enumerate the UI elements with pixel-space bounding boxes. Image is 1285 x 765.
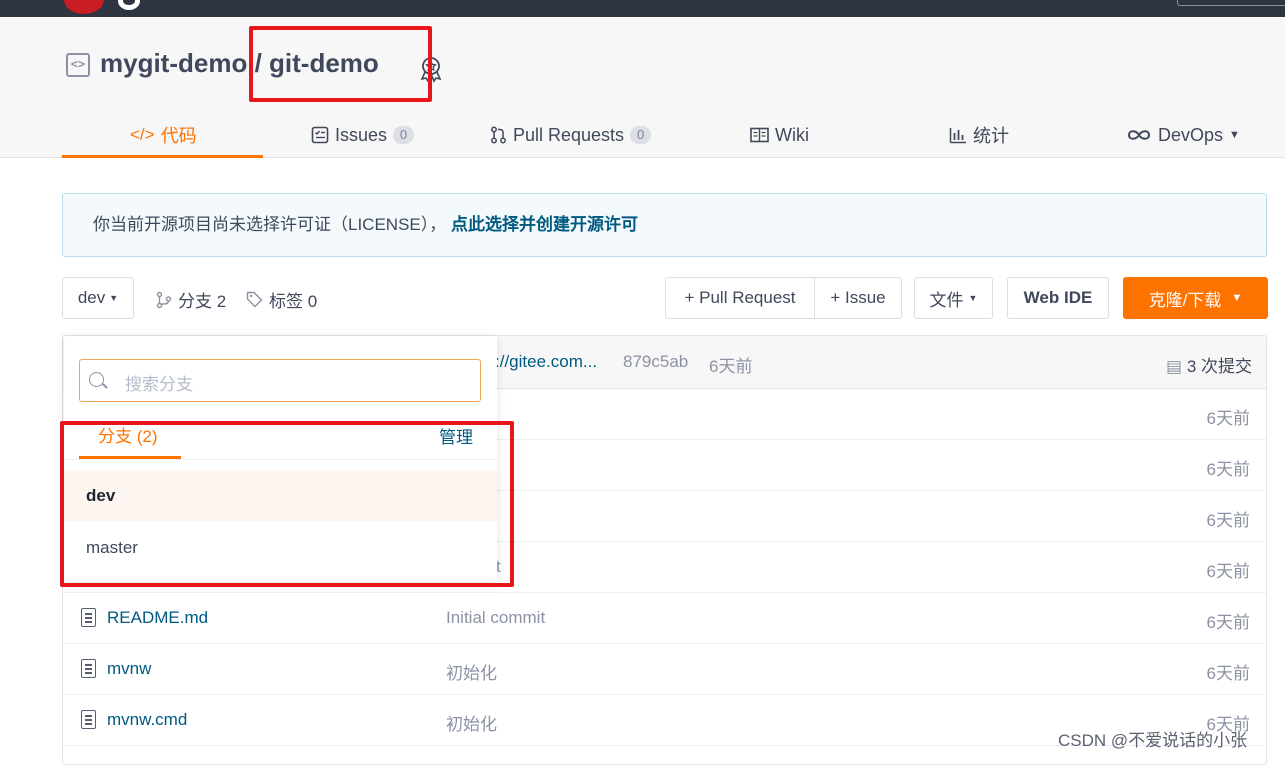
new-issue-button[interactable]: + Issue [814, 277, 902, 319]
file-time: 6天前 [1206, 562, 1250, 581]
annotation-box-branch-list [60, 421, 514, 587]
infinity-icon [1127, 130, 1151, 140]
file-row[interactable]: mvnw 初始化 6天前 [63, 644, 1266, 695]
file-time: 6天前 [1206, 511, 1250, 530]
top-navbar [0, 0, 1285, 17]
file-commit-message[interactable]: Initial commit [446, 608, 545, 628]
tab-pull-requests-label: Pull Requests [513, 124, 625, 145]
pull-requests-count-badge: 0 [630, 126, 652, 144]
tab-devops-label: DevOps [1158, 124, 1224, 145]
file-commit-message[interactable]: 初始化 [446, 659, 497, 684]
new-pull-request-button[interactable]: + Pull Request [665, 277, 815, 319]
branch-select-label: dev [77, 288, 106, 307]
file-time: 6天前 [1206, 613, 1250, 632]
active-tab-indicator [62, 155, 263, 158]
latest-commit-message[interactable]: ://gitee.com... [495, 352, 597, 372]
tags-label: 标签 0 [269, 292, 318, 311]
file-time: 6天前 [1206, 409, 1250, 428]
search-icon [89, 372, 104, 387]
tab-issues[interactable]: Issues 0 [311, 112, 415, 158]
commits-icon: ▤ [1166, 357, 1183, 376]
pull-request-icon [491, 126, 506, 144]
repo-header: <> mygit-demo / git-demo </> 代码 Issues 0… [0, 17, 1285, 158]
create-license-link[interactable]: 点此选择并创建开源许可 [451, 215, 638, 234]
commits-count-link[interactable]: ▤ 3 次提交 [1166, 352, 1252, 377]
file-commit-message[interactable]: 初始化 [446, 710, 497, 735]
chevron-down-icon: ▼ [109, 293, 119, 303]
web-ide-button[interactable]: Web IDE [1007, 277, 1109, 319]
chevron-down-icon: ▼ [1229, 129, 1240, 141]
caret-down-icon: ▼ [1231, 292, 1243, 304]
gitee-logo-icon[interactable] [64, 0, 104, 14]
tag-icon [246, 291, 263, 308]
branch-search-placeholder: 搜索分支 [125, 375, 193, 394]
file-time: 6天前 [1206, 664, 1250, 683]
branch-search-input[interactable]: 搜索分支 [79, 359, 481, 402]
chart-icon [949, 127, 966, 143]
code-icon: </> [130, 125, 155, 144]
tab-wiki-label: Wiki [775, 124, 809, 145]
repo-owner-link[interactable]: mygit-demo [100, 48, 247, 78]
file-menu-label: 文件 [929, 290, 964, 310]
branch-icon [156, 291, 172, 308]
global-search-input[interactable] [1177, 0, 1285, 6]
latest-commit-time: 6天前 [709, 357, 753, 376]
tab-wiki[interactable]: Wiki [750, 112, 809, 158]
license-notice-text: 你当前开源项目尚未选择许可证（LICENSE）， [93, 215, 447, 234]
repo-tabs: </> 代码 Issues 0 Pull Requests 0 Wiki 统计 … [0, 112, 1285, 158]
commits-count-label: 3 次提交 [1186, 357, 1252, 376]
clone-download-button[interactable]: 克隆/下载 ▼ [1123, 277, 1268, 319]
annotation-box-repo-name [249, 26, 432, 102]
tab-statistics[interactable]: 统计 [949, 112, 1009, 158]
file-icon [81, 608, 96, 627]
file-icon [81, 659, 96, 678]
tab-code[interactable]: </> 代码 [130, 112, 197, 158]
file-name[interactable]: mvnw.cmd [107, 710, 187, 730]
tab-issues-label: Issues [335, 124, 388, 145]
gitee-wordmark-icon [118, 0, 140, 10]
tab-statistics-label: 统计 [973, 126, 1009, 146]
file-name[interactable]: mvnw [107, 659, 151, 679]
tab-pull-requests[interactable]: Pull Requests 0 [490, 112, 652, 158]
issues-count-badge: 0 [393, 126, 415, 144]
file-row[interactable]: README.md Initial commit 6天前 [63, 593, 1266, 644]
latest-commit-hash[interactable]: 879c5ab [623, 352, 688, 372]
branch-select-button[interactable]: dev ▼ [62, 277, 134, 319]
branches-link[interactable]: 分支 2 [156, 287, 226, 312]
branches-label: 分支 2 [178, 292, 227, 311]
file-time: 6天前 [1206, 460, 1250, 479]
file-menu-button[interactable]: 文件 ▼ [914, 277, 993, 319]
tab-code-label: 代码 [160, 126, 197, 146]
wiki-icon [750, 127, 769, 143]
repo-code-icon: <> [66, 53, 90, 77]
license-notice: 你当前开源项目尚未选择许可证（LICENSE）， 点此选择并创建开源许可 [62, 193, 1267, 257]
issues-icon [311, 126, 329, 144]
clone-download-label: 克隆/下载 [1148, 290, 1222, 310]
watermark: CSDN @不爱说话的小张 [1058, 731, 1248, 750]
tab-devops[interactable]: DevOps ▼ [1126, 112, 1240, 158]
file-name[interactable]: README.md [107, 608, 208, 628]
tags-link[interactable]: 标签 0 [246, 287, 317, 312]
chevron-down-icon: ▼ [968, 293, 978, 303]
file-icon [81, 710, 96, 729]
